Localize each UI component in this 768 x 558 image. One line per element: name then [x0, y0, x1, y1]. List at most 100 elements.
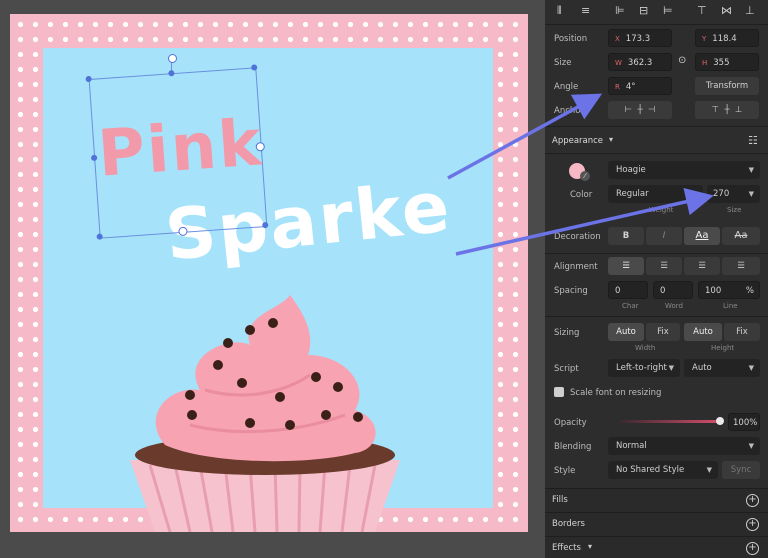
font-family-select[interactable]: Hoagie ▼: [608, 161, 760, 179]
align-right-icon[interactable]: ⊨: [663, 4, 673, 17]
canvas-area[interactable]: Pink Sparke: [0, 0, 545, 557]
add-effect-icon[interactable]: +: [746, 542, 759, 555]
angle-prefix: R: [615, 83, 620, 91]
strikethrough-button[interactable]: Aa: [722, 227, 760, 245]
divider: [545, 153, 768, 154]
add-fill-icon[interactable]: +: [746, 494, 759, 507]
font-weight-select[interactable]: Regular ▼: [608, 185, 703, 203]
y-value: 118.4: [712, 34, 737, 44]
text-align-center-button[interactable]: ☰: [646, 257, 682, 275]
text-align-justify-button[interactable]: ☰: [722, 257, 760, 275]
anchor-top-icon[interactable]: ⊤: [712, 105, 719, 115]
sync-button[interactable]: Sync: [722, 461, 760, 479]
rotation-handle[interactable]: [168, 54, 177, 63]
angle-label: Angle: [554, 82, 579, 92]
angle-field[interactable]: R 4°: [608, 77, 672, 95]
spacing-label: Spacing: [554, 286, 588, 296]
angle-value: 4°: [625, 82, 636, 92]
align-left-icon: ☰: [622, 261, 630, 271]
bold-button[interactable]: B: [608, 227, 644, 245]
opacity-field[interactable]: 100%: [728, 413, 760, 431]
color-label: Color: [570, 190, 593, 200]
add-border-icon[interactable]: +: [746, 518, 759, 531]
word-spacing-field[interactable]: 0: [653, 281, 693, 299]
opacity-slider-thumb[interactable]: [716, 417, 724, 425]
anchors-horizontal-group[interactable]: ⊢ ┼ ⊣: [608, 101, 672, 119]
eyedropper-icon[interactable]: ⁄: [580, 171, 590, 181]
resize-handle-top[interactable]: [168, 70, 175, 77]
width-fix-button[interactable]: Fix: [646, 323, 680, 341]
anchor-right-icon[interactable]: ⊣: [648, 105, 655, 115]
anchor-bottom-icon[interactable]: ⊥: [735, 105, 742, 115]
alignment-label: Alignment: [554, 262, 598, 272]
width-auto-button[interactable]: Auto: [608, 323, 644, 341]
transform-button[interactable]: Transform: [695, 77, 759, 95]
line-spacing-field[interactable]: 100%: [698, 281, 760, 299]
w-prefix: W: [615, 59, 622, 67]
align-bottom-icon[interactable]: ⊥: [745, 4, 755, 17]
fills-section-header[interactable]: Fills +: [545, 488, 768, 513]
height-auto-button[interactable]: Auto: [684, 323, 722, 341]
opacity-label: Opacity: [554, 418, 587, 428]
align-center-icon[interactable]: ⊟: [639, 4, 648, 17]
opacity-slider-fill: [620, 420, 720, 423]
x-prefix: X: [615, 35, 620, 43]
h-value: 355: [713, 58, 730, 68]
line-spacing-unit: %: [745, 286, 754, 296]
align-center-icon: ☰: [660, 261, 668, 271]
anchor-left-icon[interactable]: ⊢: [625, 105, 632, 115]
script-auto-value: Auto: [692, 363, 712, 373]
anchor-center-h-icon[interactable]: ┼: [637, 105, 642, 115]
size-w-field[interactable]: W 362.3: [608, 53, 672, 71]
decoration-label: Decoration: [554, 232, 601, 242]
lock-ratio-icon[interactable]: ⊙: [678, 55, 686, 66]
font-weight-value: Regular: [616, 189, 649, 199]
underline-button[interactable]: Aa: [684, 227, 720, 245]
appearance-label[interactable]: Appearance: [552, 136, 603, 146]
script-auto-select[interactable]: Auto ▼: [684, 359, 760, 377]
chevron-down-icon: ▼: [748, 166, 754, 174]
distribute-horizontal-icon[interactable]: ⫴: [557, 4, 562, 18]
scale-font-checkbox[interactable]: [554, 387, 564, 397]
divider: [545, 316, 768, 317]
sizing-label: Sizing: [554, 328, 580, 338]
blending-select[interactable]: Normal ▼: [608, 437, 760, 455]
fills-label: Fills: [552, 495, 568, 505]
position-label: Position: [554, 34, 588, 44]
italic-button[interactable]: I: [646, 227, 682, 245]
anchor-center-v-icon[interactable]: ┼: [724, 105, 729, 115]
align-middle-icon[interactable]: ⋈: [721, 4, 732, 17]
resize-handle-left[interactable]: [90, 154, 98, 162]
size-h-field[interactable]: H 355: [695, 53, 759, 71]
resize-handle-top-left[interactable]: [85, 75, 92, 83]
width-sublabel: Width: [635, 344, 656, 352]
selection-box[interactable]: [85, 64, 269, 240]
text-align-left-button[interactable]: ☰: [608, 257, 644, 275]
borders-label: Borders: [552, 519, 585, 529]
effects-dropdown-icon[interactable]: ▾: [588, 542, 592, 551]
shared-style-select[interactable]: No Shared Style ▼: [608, 461, 718, 479]
effects-section-header[interactable]: Effects ▾ +: [545, 536, 768, 558]
anchors-vertical-group[interactable]: ⊤ ┼ ⊥: [695, 101, 759, 119]
borders-section-header[interactable]: Borders +: [545, 512, 768, 537]
scale-font-label: Scale font on resizing: [570, 388, 662, 398]
position-y-field[interactable]: Y 118.4: [695, 29, 759, 47]
distribute-vertical-icon[interactable]: ≡: [581, 4, 590, 17]
script-direction-select[interactable]: Left-to-right ▼: [608, 359, 680, 377]
text-align-right-button[interactable]: ☰: [684, 257, 720, 275]
align-top-icon[interactable]: ⊤: [697, 4, 707, 17]
appearance-settings-icon[interactable]: ☷: [748, 134, 758, 147]
font-size-field[interactable]: 270 ▼: [707, 185, 760, 203]
cupcake-image[interactable]: [130, 275, 410, 532]
appearance-dropdown-icon[interactable]: ▾: [609, 135, 613, 144]
height-fix-button[interactable]: Fix: [724, 323, 760, 341]
align-left-icon[interactable]: ⊫: [615, 4, 625, 17]
position-x-field[interactable]: X 173.3: [608, 29, 672, 47]
divider: [545, 253, 768, 254]
char-spacing-field[interactable]: 0: [608, 281, 648, 299]
size-label: Size: [554, 58, 572, 68]
font-family-value: Hoagie: [616, 165, 646, 175]
char-sublabel: Char: [622, 302, 639, 310]
w-value: 362.3: [627, 58, 653, 68]
opacity-slider[interactable]: [620, 417, 724, 425]
